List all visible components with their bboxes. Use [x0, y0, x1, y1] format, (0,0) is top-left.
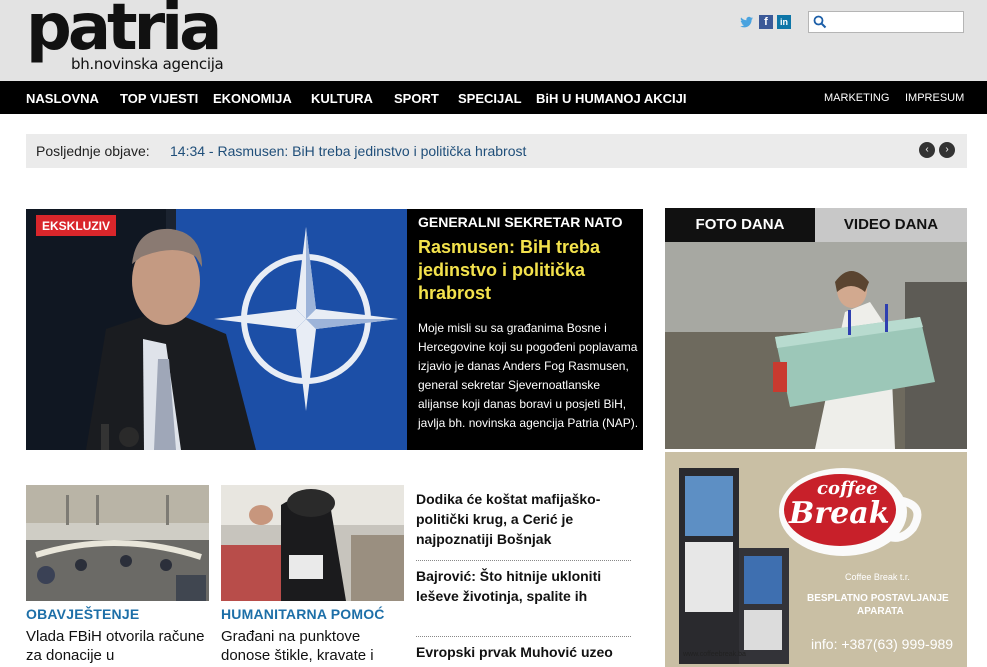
nav-item-bih-u-humanoj-akciji[interactable]: BiH U HUMANOJ AKCIJI: [536, 81, 686, 114]
tab-foto-dana[interactable]: FOTO DANA: [665, 208, 815, 242]
card-photo-government-session[interactable]: [26, 485, 209, 601]
advert-offer-line2: APARATA: [857, 606, 904, 617]
nav-item-specijal[interactable]: SPECIJAL: [458, 81, 522, 114]
advert-graphic: [679, 468, 922, 664]
card-photo-humanitarian-aid[interactable]: [221, 485, 404, 601]
news-divider: [416, 560, 631, 561]
news-divider: [416, 636, 631, 637]
coffee-break-advert[interactable]: coffee Break Coffee Break t.r. BESPLATNO…: [665, 452, 967, 667]
linkedin-icon[interactable]: in: [777, 15, 791, 29]
ticker-prev-button[interactable]: ‹: [919, 142, 935, 158]
advert-url: www.coffeebreak.ba: [683, 651, 746, 658]
card-category-obavjestenje[interactable]: OBAVJEŠTENJE: [26, 606, 139, 622]
advert-phone: info: +387(63) 999-989: [811, 636, 954, 652]
card-category-humanitarna-pomoc[interactable]: HUMANITARNA POMOĆ: [221, 606, 385, 622]
tab-video-dana[interactable]: VIDEO DANA: [815, 208, 967, 242]
hero-kicker: GENERALNI SEKRETAR NATO: [418, 214, 623, 230]
nav-item-kultura[interactable]: KULTURA: [311, 81, 373, 114]
main-nav: NASLOVNA TOP VIJESTI EKONOMIJA KULTURA S…: [0, 81, 987, 114]
advert-company: Coffee Break t.r.: [845, 572, 910, 582]
photo-of-the-day[interactable]: [665, 242, 967, 449]
site-logo[interactable]: patria bh.novinska agencija: [26, 0, 236, 76]
side-news-link[interactable]: Dodika će koštat mafijaško-politički kru…: [416, 489, 631, 549]
nav-item-impresum[interactable]: IMPRESUM: [905, 81, 964, 114]
nav-item-marketing[interactable]: MARKETING: [824, 81, 889, 114]
logo-wordmark: patria: [26, 0, 222, 65]
latest-news-ticker: Posljednje objave: 14:34 - Rasmusen: BiH…: [26, 134, 967, 168]
search-input[interactable]: [808, 11, 964, 33]
media-box: FOTO DANA VIDEO DANA: [665, 208, 967, 449]
nav-item-naslovna[interactable]: NASLOVNA: [26, 81, 99, 114]
hero-headline-link[interactable]: Rasmusen: BiH treba jedinstvo i političk…: [418, 236, 633, 305]
facebook-icon[interactable]: f: [759, 15, 773, 29]
nav-item-sport[interactable]: SPORT: [394, 81, 439, 114]
ticker-next-button[interactable]: ›: [939, 142, 955, 158]
logo-tagline: bh.novinska agencija: [71, 55, 224, 73]
side-news-link[interactable]: Evropski prvak Muhović uzeo: [416, 642, 631, 662]
featured-story[interactable]: EKSKLUZIV GENERALNI SEKRETAR NATO Rasmus…: [26, 209, 643, 450]
search-icon[interactable]: [813, 15, 827, 29]
card-title-link[interactable]: Vlada FBiH otvorila račune za donacije u: [26, 627, 216, 665]
hero-summary: Moje misli su sa građanima Bosne i Herce…: [418, 321, 639, 430]
advert-brand-line2: Break: [789, 496, 890, 531]
twitter-icon[interactable]: [740, 15, 754, 29]
ticker-label: Posljednje objave:: [36, 143, 150, 159]
featured-photo[interactable]: [26, 209, 407, 450]
ticker-headline-link[interactable]: 14:34 - Rasmusen: BiH treba jedinstvo i …: [170, 134, 526, 169]
advert-offer-line1: BESPLATNO POSTAVLJANJE: [807, 593, 949, 604]
exclusive-badge: EKSKLUZIV: [36, 215, 117, 236]
card-title-link[interactable]: Građani na punktove donose štikle, krava…: [221, 627, 411, 665]
nav-item-ekonomija[interactable]: EKONOMIJA: [213, 81, 292, 114]
side-news-link[interactable]: Bajrović: Što hitnije ukloniti leševe ži…: [416, 566, 631, 606]
nav-item-top-vijesti[interactable]: TOP VIJESTI: [120, 81, 198, 114]
